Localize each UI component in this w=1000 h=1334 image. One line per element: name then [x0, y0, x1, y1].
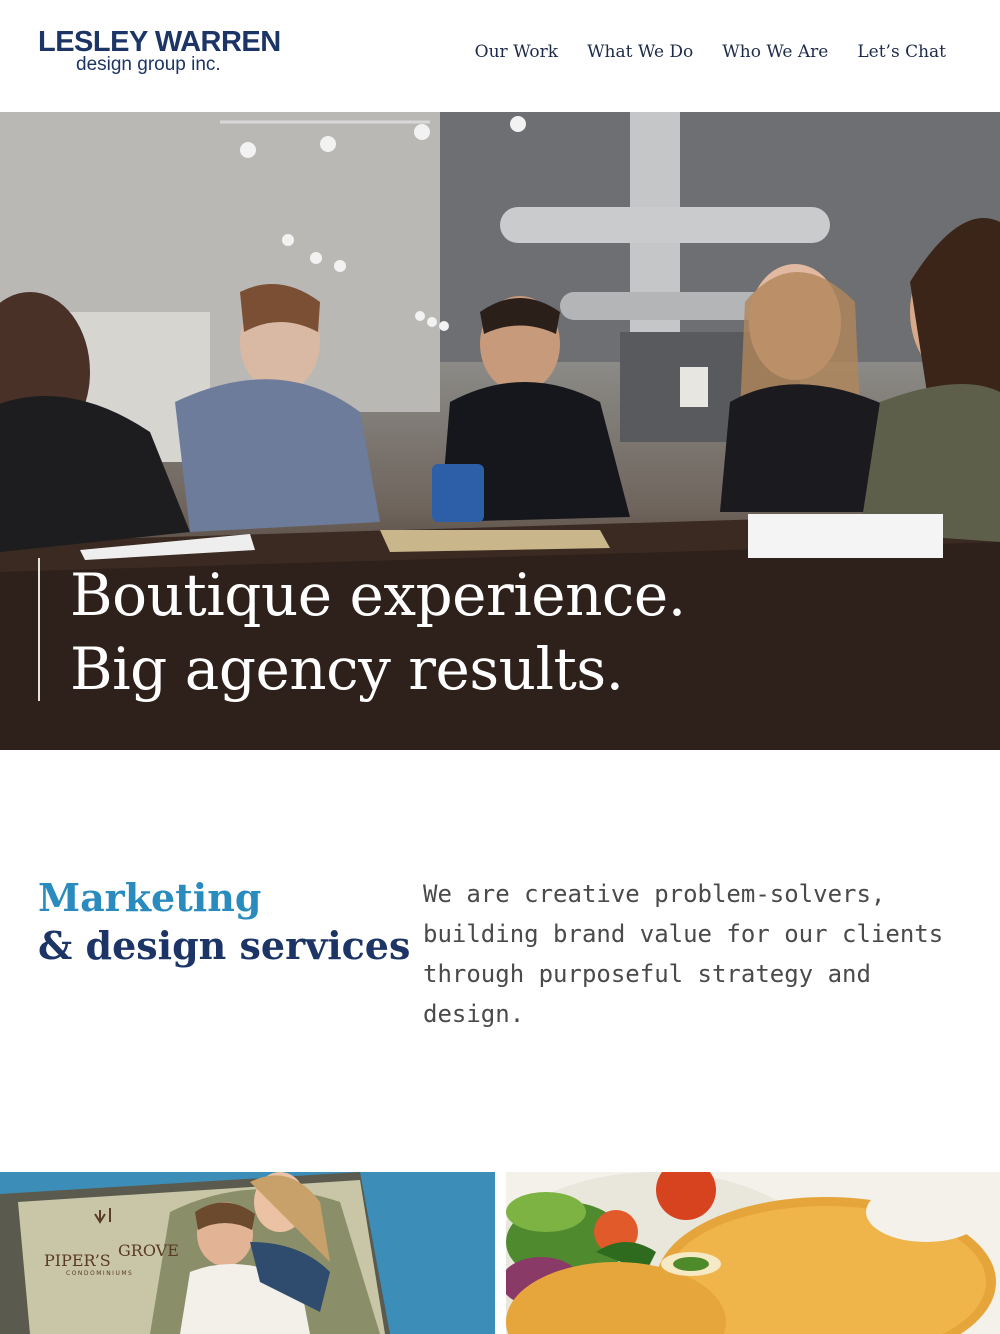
svg-text:GROVE: GROVE	[118, 1241, 179, 1260]
hero-heading: Boutique experience. Big agency results.	[70, 558, 686, 706]
services-title: Marketing & design services	[38, 874, 410, 970]
hero-accent-rule	[38, 558, 40, 701]
nav-what-we-do[interactable]: What We Do	[587, 42, 693, 62]
hero-heading-line-2: Big agency results.	[70, 635, 624, 703]
main-nav: Our Work What We Do Who We Are Let’s Cha…	[475, 42, 946, 62]
nav-who-we-are[interactable]: Who We Are	[722, 42, 828, 62]
pipers-grove-logo-text: PIPER’S	[44, 1251, 111, 1270]
hero-heading-line-1: Boutique experience.	[70, 561, 686, 629]
services-description: We are creative problem-solvers, buildin…	[423, 880, 944, 1028]
hero-banner: Boutique experience. Big agency results.	[0, 112, 1000, 750]
services-title-line-1: Marketing	[38, 875, 262, 920]
pipers-grove-image: PIPER’S GROVE CONDOMINIUMS	[0, 1172, 495, 1334]
logo-tagline: design group inc.	[76, 54, 221, 75]
food-image	[506, 1172, 1000, 1334]
svg-text:CONDOMINIUMS: CONDOMINIUMS	[66, 1270, 133, 1277]
services-title-line-2: & design services	[38, 923, 411, 968]
logo-name: LESLEY WARREN	[38, 26, 281, 58]
nav-lets-chat[interactable]: Let’s Chat	[857, 42, 946, 62]
site-header: LESLEY WARREN design group inc. Our Work…	[0, 0, 1000, 112]
logo[interactable]: LESLEY WARREN design group inc.	[38, 28, 281, 75]
portfolio-tile-food[interactable]	[506, 1172, 1000, 1334]
portfolio-tile-pipers-grove[interactable]: PIPER’S GROVE CONDOMINIUMS	[0, 1172, 495, 1334]
nav-our-work[interactable]: Our Work	[475, 42, 558, 62]
